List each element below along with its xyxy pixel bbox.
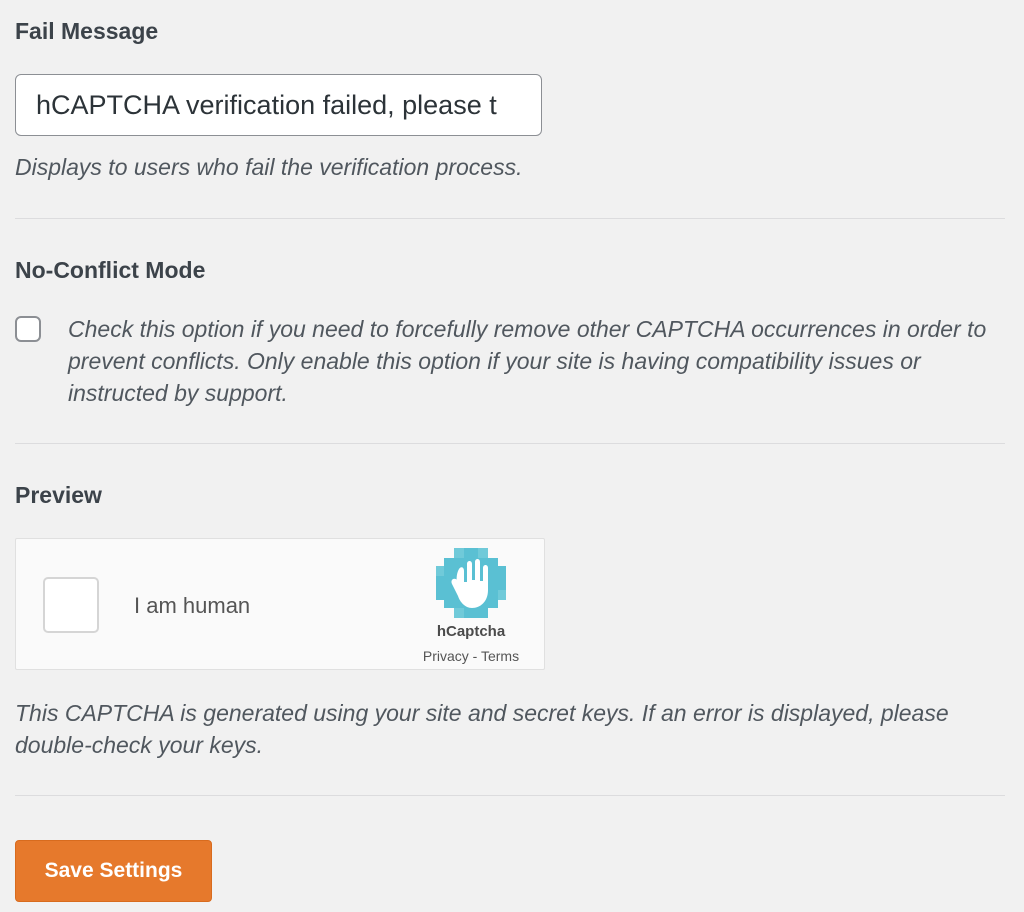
section-divider [15,795,1005,796]
section-divider [15,443,1005,444]
fail-message-heading: Fail Message [15,18,159,44]
terms-link[interactable]: Terms [481,648,519,664]
no-conflict-heading: No-Conflict Mode [15,257,206,283]
preview-heading: Preview [15,482,102,508]
captcha-label: I am human [134,593,251,618]
hcaptcha-widget: I am human hCaptcha Privacy - Terms [15,538,545,670]
preview-description: This CAPTCHA is generated using your sit… [15,700,949,758]
fail-message-description: Displays to users who fail the verificat… [15,154,523,180]
privacy-link[interactable]: Privacy [423,648,469,664]
no-conflict-checkbox[interactable] [15,316,41,342]
link-separator: - [468,648,481,664]
no-conflict-description: Check this option if you need to forcefu… [68,316,987,406]
fail-message-input[interactable] [15,74,542,136]
captcha-links: Privacy - Terms [396,648,546,664]
captcha-checkbox[interactable] [43,577,99,633]
hcaptcha-brand-text: hCaptcha [436,623,506,640]
hcaptcha-hand-logo-icon [436,548,506,618]
section-divider [15,218,1005,219]
save-settings-button[interactable]: Save Settings [15,840,212,902]
